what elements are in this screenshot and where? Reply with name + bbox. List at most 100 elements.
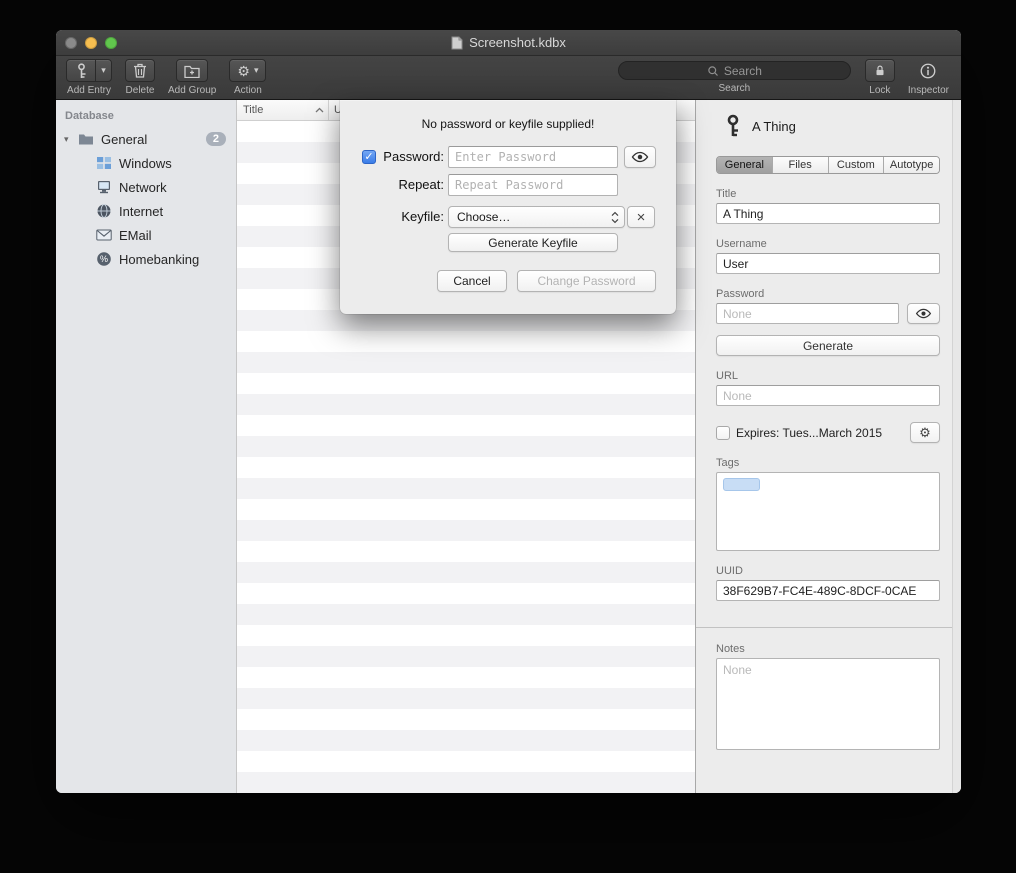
trash-icon bbox=[133, 63, 147, 78]
expires-settings-button[interactable]: ⚙ bbox=[910, 422, 940, 443]
gear-icon: ⚙ bbox=[919, 425, 931, 441]
action-label: Action bbox=[234, 85, 262, 96]
change-password-button[interactable]: Change Password bbox=[517, 270, 656, 292]
key-icon bbox=[724, 114, 742, 138]
action-tool: ⚙ ▾ Action bbox=[229, 59, 266, 96]
search-input[interactable]: Search bbox=[618, 61, 851, 80]
entry-count-badge: 2 bbox=[206, 132, 226, 146]
sort-ascending-icon bbox=[315, 107, 324, 113]
delete-button[interactable] bbox=[125, 59, 155, 82]
url-label: URL bbox=[716, 370, 940, 382]
inspector-tabs: General Files Custom Autotype bbox=[716, 156, 940, 174]
search-label: Search bbox=[719, 83, 751, 94]
notes-label: Notes bbox=[716, 643, 940, 655]
notes-field[interactable] bbox=[716, 658, 940, 750]
sidebar-item-label: Homebanking bbox=[119, 252, 199, 267]
disclosure-triangle-icon[interactable]: ▾ bbox=[64, 134, 76, 145]
tags-box[interactable] bbox=[716, 472, 940, 551]
content-area: Database ▾ General 2 Windows bbox=[56, 100, 961, 793]
inspector-scrollbar[interactable] bbox=[952, 100, 961, 793]
keyfile-dropdown[interactable]: Choose… bbox=[448, 206, 625, 228]
tag-chip[interactable] bbox=[723, 478, 760, 491]
computer-icon bbox=[96, 179, 112, 195]
clear-keyfile-button[interactable]: × bbox=[627, 206, 655, 228]
delete-label: Delete bbox=[126, 85, 155, 96]
sidebar-item-label: EMail bbox=[119, 228, 152, 243]
uuid-label: UUID bbox=[716, 565, 940, 577]
eye-icon bbox=[631, 151, 649, 163]
repeat-label: Repeat: bbox=[378, 177, 444, 192]
entry-title: A Thing bbox=[752, 119, 796, 134]
eye-icon bbox=[915, 308, 932, 319]
svg-text:%: % bbox=[100, 254, 108, 264]
generate-keyfile-button[interactable]: Generate Keyfile bbox=[448, 233, 618, 252]
reveal-password-button[interactable] bbox=[907, 303, 940, 324]
sidebar-item-windows[interactable]: Windows bbox=[56, 151, 236, 175]
traffic-lights bbox=[65, 37, 117, 49]
sidebar-item-network[interactable]: Network bbox=[56, 175, 236, 199]
password-input[interactable] bbox=[448, 146, 618, 168]
title-bar: Screenshot.kdbx bbox=[56, 30, 961, 56]
add-group-button[interactable] bbox=[176, 59, 208, 82]
sidebar-item-homebanking[interactable]: % Homebanking bbox=[56, 247, 236, 271]
dialog-message: No password or keyfile supplied! bbox=[340, 117, 676, 131]
generate-keyfile-label: Generate Keyfile bbox=[488, 236, 577, 250]
keyfile-label: Keyfile: bbox=[378, 209, 444, 224]
reveal-password-button[interactable] bbox=[624, 146, 656, 168]
divider bbox=[696, 627, 961, 628]
action-button[interactable]: ⚙ ▾ bbox=[229, 59, 266, 82]
lock-button[interactable] bbox=[865, 59, 895, 82]
tab-autotype[interactable]: Autotype bbox=[883, 157, 939, 173]
search-tool: Search Search bbox=[618, 59, 851, 94]
title-label: Title bbox=[716, 188, 940, 200]
generate-password-button[interactable]: Generate bbox=[716, 335, 940, 356]
username-field[interactable] bbox=[716, 253, 940, 274]
minimize-button[interactable] bbox=[85, 37, 97, 49]
sidebar-item-label: Network bbox=[119, 180, 167, 195]
password-row bbox=[716, 303, 940, 324]
add-entry-button[interactable] bbox=[66, 59, 96, 82]
password-checkbox[interactable]: ✓ bbox=[362, 150, 376, 164]
sidebar-item-email[interactable]: EMail bbox=[56, 223, 236, 247]
sidebar-item-internet[interactable]: Internet bbox=[56, 199, 236, 223]
inspector-panel: A Thing General Files Custom Autotype Ti… bbox=[695, 100, 961, 793]
delete-tool: Delete bbox=[125, 59, 155, 96]
tab-custom[interactable]: Custom bbox=[828, 157, 884, 173]
cancel-label: Cancel bbox=[453, 274, 490, 288]
uuid-field[interactable] bbox=[716, 580, 940, 601]
info-icon bbox=[919, 62, 937, 80]
folder-icon bbox=[78, 131, 94, 147]
add-entry-tool: ▾ Add Entry bbox=[66, 59, 112, 96]
url-field[interactable] bbox=[716, 385, 940, 406]
password-field[interactable] bbox=[716, 303, 899, 324]
add-entry-label: Add Entry bbox=[67, 85, 111, 96]
sidebar-section-header: Database bbox=[56, 108, 236, 127]
gear-icon: ⚙ bbox=[237, 64, 250, 78]
search-icon bbox=[707, 65, 719, 77]
sidebar-item-general[interactable]: ▾ General 2 bbox=[56, 127, 236, 151]
cancel-button[interactable]: Cancel bbox=[437, 270, 507, 292]
column-header-title[interactable]: Title bbox=[237, 100, 328, 120]
zoom-button[interactable] bbox=[105, 37, 117, 49]
app-window: Screenshot.kdbx ▾ Add Entry bbox=[56, 30, 961, 793]
sidebar-item-label: General bbox=[101, 132, 147, 147]
inspector-button[interactable] bbox=[914, 59, 942, 82]
keyfile-value: Choose… bbox=[457, 210, 510, 224]
add-group-icon bbox=[184, 64, 200, 78]
add-entry-dropdown[interactable]: ▾ bbox=[95, 59, 112, 82]
chevron-down-icon: ▾ bbox=[101, 66, 106, 75]
title-field[interactable] bbox=[716, 203, 940, 224]
updown-chevrons-icon bbox=[611, 211, 619, 224]
inspector-header: A Thing bbox=[724, 112, 940, 140]
windows-icon bbox=[96, 155, 112, 171]
repeat-password-input[interactable] bbox=[448, 174, 618, 196]
tab-files[interactable]: Files bbox=[772, 157, 828, 173]
lock-label: Lock bbox=[869, 85, 890, 96]
change-password-label: Change Password bbox=[537, 274, 635, 288]
column-title-text: Title bbox=[243, 104, 263, 116]
window-title-text: Screenshot.kdbx bbox=[469, 35, 566, 50]
close-button[interactable] bbox=[65, 37, 77, 49]
tab-general[interactable]: General bbox=[717, 157, 772, 173]
percent-coin-icon: % bbox=[96, 251, 112, 267]
expires-checkbox[interactable] bbox=[716, 426, 730, 440]
